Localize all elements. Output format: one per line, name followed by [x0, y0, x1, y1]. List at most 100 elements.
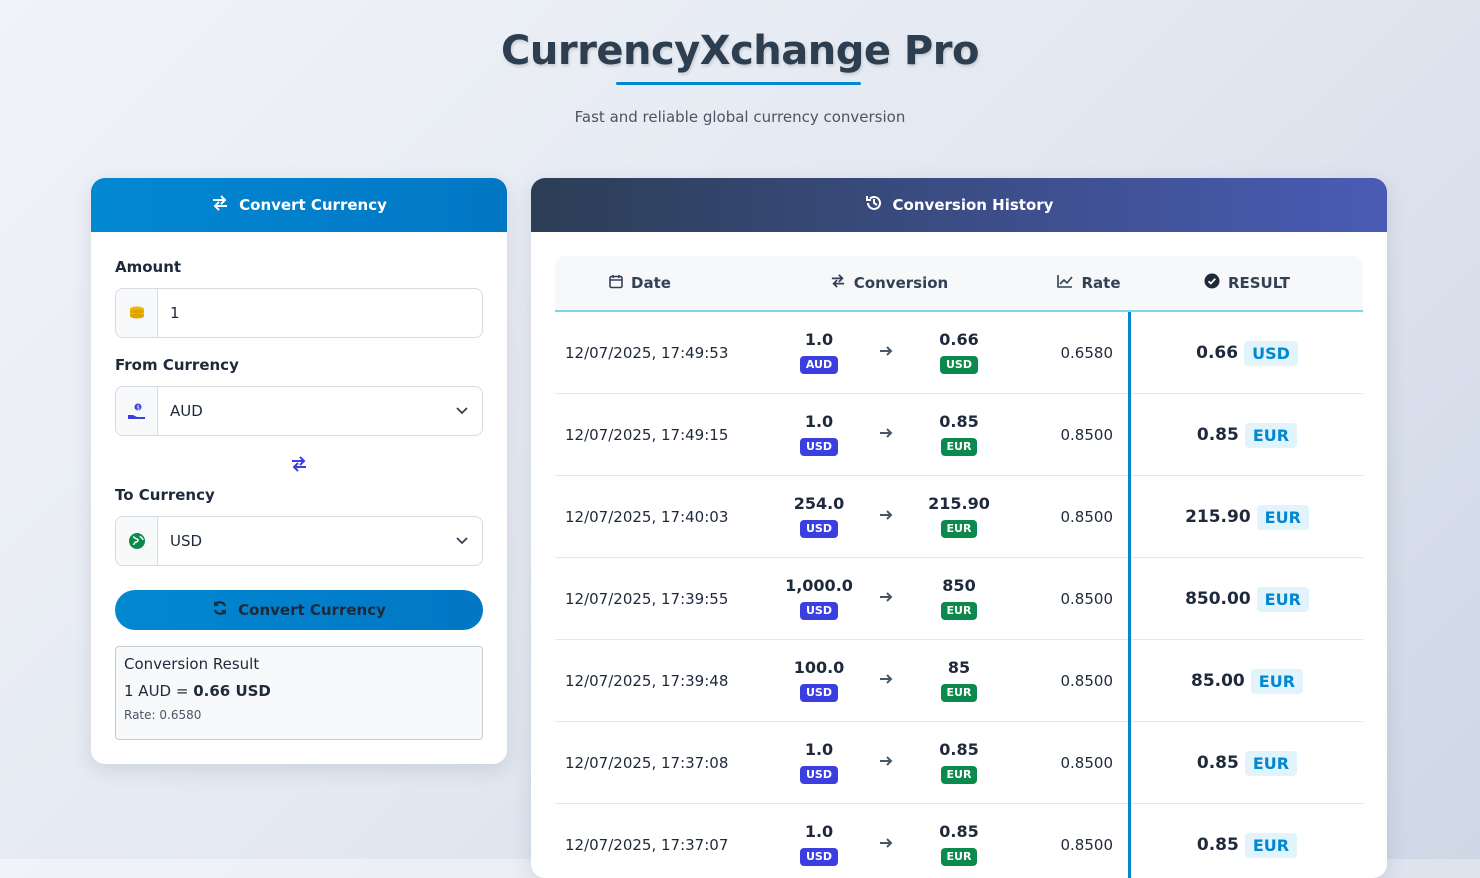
row-to-currency-badge: EUR: [940, 684, 978, 702]
row-to-currency-badge: EUR: [940, 602, 978, 620]
swap-currencies-button[interactable]: [287, 452, 311, 476]
row-rate: 0.8500: [1060, 672, 1114, 690]
title-underline: [616, 82, 861, 85]
chart-line-icon: [1057, 274, 1074, 292]
row-rate: 0.8500: [1060, 590, 1114, 608]
row-result: 0.85 EUR: [1131, 394, 1363, 476]
exchange-icon: [211, 195, 229, 215]
arrow-right-icon: [878, 343, 894, 363]
history-table-header: Date Conversion Rate RESULT: [555, 256, 1363, 312]
column-result-label: RESULT: [1227, 274, 1291, 292]
row-from-currency-badge: USD: [800, 602, 838, 620]
app-title: CurrencyXchange Pro: [501, 28, 979, 74]
hand-coin-icon: $: [116, 387, 158, 435]
row-to-amount: 0.66: [939, 330, 979, 349]
svg-text:$: $: [136, 405, 140, 412]
convert-button-label: Convert Currency: [238, 601, 386, 619]
row-result-value: 0.85: [1196, 425, 1239, 445]
from-currency-select[interactable]: $ AUD: [115, 386, 483, 436]
amount-value: 1: [170, 304, 180, 322]
table-row: 12/07/2025, 17:37:08 1.0 USD 0.85 EUR 0.8500 0…: [555, 722, 1363, 804]
history-table: Date Conversion Rate RESULT 12/07/2025, …: [555, 256, 1363, 878]
row-to-currency-badge: EUR: [940, 848, 978, 866]
row-from: 1,000.0 USD: [779, 576, 859, 620]
row-to: 215.90 EUR: [919, 494, 999, 538]
result-prefix: 1 AUD =: [124, 682, 194, 700]
row-to-currency-badge: EUR: [940, 766, 978, 784]
row-to: 0.85 EUR: [919, 740, 999, 784]
arrow-right-icon: [878, 425, 894, 445]
chevron-down-icon: [442, 537, 482, 545]
amount-input[interactable]: 1: [115, 288, 483, 338]
result-line: 1 AUD = 0.66 USD: [124, 682, 474, 700]
row-result: 0.85 EUR: [1131, 722, 1363, 804]
row-to-amount: 215.90: [928, 494, 990, 513]
result-title: Conversion Result: [124, 655, 260, 673]
row-to-amount: 85: [947, 658, 971, 677]
arrow-right-icon: [878, 671, 894, 691]
row-result-currency: EUR: [1250, 668, 1304, 694]
converter-card-header: Convert Currency: [91, 178, 507, 232]
table-row: 12/07/2025, 17:40:03 254.0 USD 215.90 EUR 0.8…: [555, 476, 1363, 558]
column-result: RESULT: [1131, 256, 1363, 310]
row-to-amount: 0.85: [939, 822, 979, 841]
conversion-result: Conversion Result 1 AUD = 0.66 USD Rate:…: [115, 646, 483, 740]
convert-button[interactable]: Convert Currency: [115, 590, 483, 630]
column-date: Date: [555, 256, 725, 310]
row-result-currency: USD: [1244, 340, 1298, 366]
row-from: 1.0 USD: [779, 822, 859, 866]
amount-label: Amount: [115, 258, 182, 276]
row-result: 0.66 USD: [1131, 312, 1363, 394]
refresh-icon: [212, 600, 228, 620]
row-date: 12/07/2025, 17:39:48: [565, 672, 729, 690]
table-row: 12/07/2025, 17:49:15 1.0 USD 0.85 EUR 0.8500 0…: [555, 394, 1363, 476]
row-to: 85 EUR: [919, 658, 999, 702]
column-conversion: Conversion: [789, 256, 989, 310]
history-icon: [865, 194, 883, 216]
row-to: 0.85 EUR: [919, 412, 999, 456]
arrow-right-icon: [878, 835, 894, 855]
row-from: 1.0 USD: [779, 412, 859, 456]
row-result-value: 850.00: [1185, 589, 1251, 609]
from-currency-label: From Currency: [115, 356, 239, 374]
check-circle-icon: [1204, 273, 1220, 293]
table-row: 12/07/2025, 17:49:53 1.0 AUD 0.66 USD 0.6580 0…: [555, 312, 1363, 394]
row-from-amount: 1,000.0: [785, 576, 853, 595]
to-currency-label: To Currency: [115, 486, 215, 504]
arrow-right-icon: [878, 507, 894, 527]
row-to: 850 EUR: [919, 576, 999, 620]
row-date: 12/07/2025, 17:40:03: [565, 508, 729, 526]
row-result-currency: EUR: [1256, 504, 1309, 530]
row-to-amount: 0.85: [939, 740, 979, 759]
row-from-currency-badge: USD: [800, 684, 838, 702]
row-result-value: 85.00: [1190, 671, 1245, 691]
row-result: 215.90 EUR: [1131, 476, 1363, 558]
row-from-amount: 1.0: [804, 822, 834, 841]
row-to: 0.85 EUR: [919, 822, 999, 866]
row-date: 12/07/2025, 17:49:53: [565, 344, 729, 362]
row-result: 850.00 EUR: [1131, 558, 1363, 640]
column-rate-label: Rate: [1081, 274, 1121, 292]
row-from-currency-badge: USD: [800, 438, 838, 456]
row-from-currency-badge: USD: [800, 520, 838, 538]
row-from: 254.0 USD: [779, 494, 859, 538]
row-to-currency-badge: EUR: [940, 438, 978, 456]
coins-icon: [116, 289, 158, 337]
result-value: 0.66 USD: [193, 682, 271, 700]
row-from-amount: 100.0: [793, 658, 845, 677]
exchange-icon: [830, 274, 846, 292]
row-result-value: 215.90: [1185, 507, 1251, 527]
table-row: 12/07/2025, 17:37:07 1.0 USD 0.85 EUR 0.8500 0…: [555, 804, 1363, 878]
row-from: 100.0 USD: [779, 658, 859, 702]
history-card-title: Conversion History: [892, 196, 1054, 214]
to-currency-select[interactable]: USD: [115, 516, 483, 566]
row-from-amount: 1.0: [804, 412, 834, 431]
row-to-currency-badge: USD: [940, 356, 978, 374]
row-date: 12/07/2025, 17:37:07: [565, 836, 729, 854]
row-rate: 0.8500: [1060, 426, 1114, 444]
row-result-currency: EUR: [1244, 422, 1298, 448]
calendar-icon: [609, 274, 623, 293]
column-date-label: Date: [631, 274, 671, 292]
table-row: 12/07/2025, 17:39:48 100.0 USD 85 EUR 0.8500 8…: [555, 640, 1363, 722]
row-result: 0.85 EUR: [1131, 804, 1363, 878]
